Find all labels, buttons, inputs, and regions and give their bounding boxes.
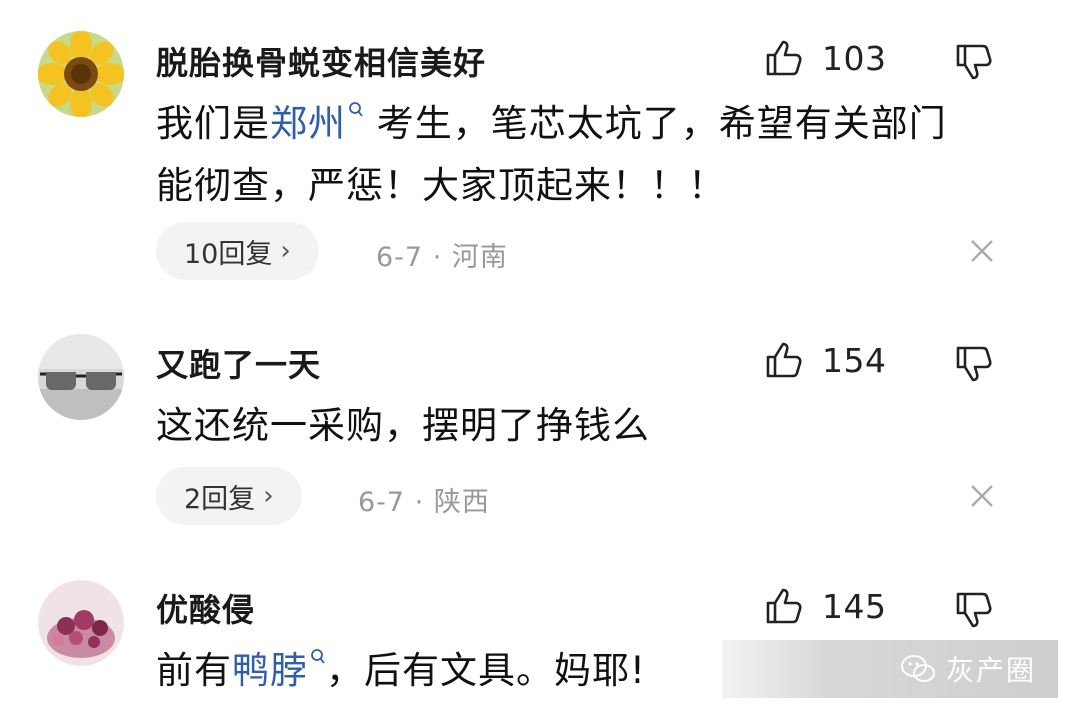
- thumbs-down-icon[interactable]: [954, 42, 994, 82]
- meta-separator: ·: [432, 242, 443, 273]
- comment-location: 陕西: [433, 487, 490, 518]
- like-button[interactable]: 145: [764, 586, 887, 626]
- meta-separator: ·: [414, 487, 425, 518]
- sunflower-avatar[interactable]: [38, 31, 124, 117]
- search-icon[interactable]: [310, 648, 326, 666]
- chevron-right-icon: ›: [263, 481, 274, 511]
- reply-label: 2回复: [184, 483, 256, 515]
- thumbs-down-icon[interactable]: [954, 344, 994, 384]
- comment-location: 河南: [451, 242, 508, 273]
- thumbs-up-icon: [766, 588, 802, 624]
- watermark-text: 灰产圈: [945, 654, 1036, 687]
- username[interactable]: 优酸侵: [156, 585, 255, 631]
- comment-text: 我们是郑州 考生，笔芯太坑了，希望有关部门能彻查，严惩！大家顶起来！！！: [156, 93, 976, 217]
- comment-meta: 6-7 · 河南: [376, 235, 508, 274]
- username[interactable]: 脱胎换骨蜕变相信美好: [156, 38, 486, 84]
- wechat-icon: [900, 655, 935, 682]
- comment-text-part: 前有: [156, 649, 232, 692]
- berries-avatar[interactable]: [38, 580, 124, 666]
- comment-text-part: 我们是: [156, 102, 270, 145]
- keyword-link[interactable]: 郑州: [270, 102, 346, 145]
- reply-count-button[interactable]: 2回复 ›: [156, 467, 302, 525]
- like-count: 154: [822, 340, 887, 380]
- like-button[interactable]: 154: [764, 340, 887, 380]
- chevron-right-icon: ›: [280, 236, 291, 266]
- keyword-link[interactable]: 鸭脖: [232, 649, 308, 692]
- thumbs-down-icon[interactable]: [954, 590, 994, 630]
- watermark: 灰产圈: [722, 640, 1058, 698]
- thumbs-up-icon: [766, 342, 802, 378]
- thumbs-up-icon: [766, 40, 802, 76]
- username[interactable]: 又跑了一天: [156, 340, 321, 386]
- like-count: 103: [822, 38, 887, 78]
- comment-meta: 6-7 · 陕西: [358, 480, 490, 519]
- comment-text-part: ，后有文具。妈耶!: [326, 649, 646, 692]
- search-icon[interactable]: [348, 101, 364, 119]
- comment-text: 这还统一采购，摆明了挣钱么: [156, 404, 650, 447]
- reply-label: 10回复: [184, 238, 273, 270]
- comment-date: 6-7: [376, 242, 424, 273]
- glasses-avatar[interactable]: [38, 334, 124, 420]
- like-button[interactable]: 103: [764, 38, 887, 78]
- reply-count-button[interactable]: 10回复 ›: [156, 222, 319, 280]
- comment-date: 6-7: [358, 487, 406, 518]
- like-count: 145: [822, 586, 887, 626]
- close-icon[interactable]: [966, 480, 998, 512]
- close-icon[interactable]: [966, 235, 998, 267]
